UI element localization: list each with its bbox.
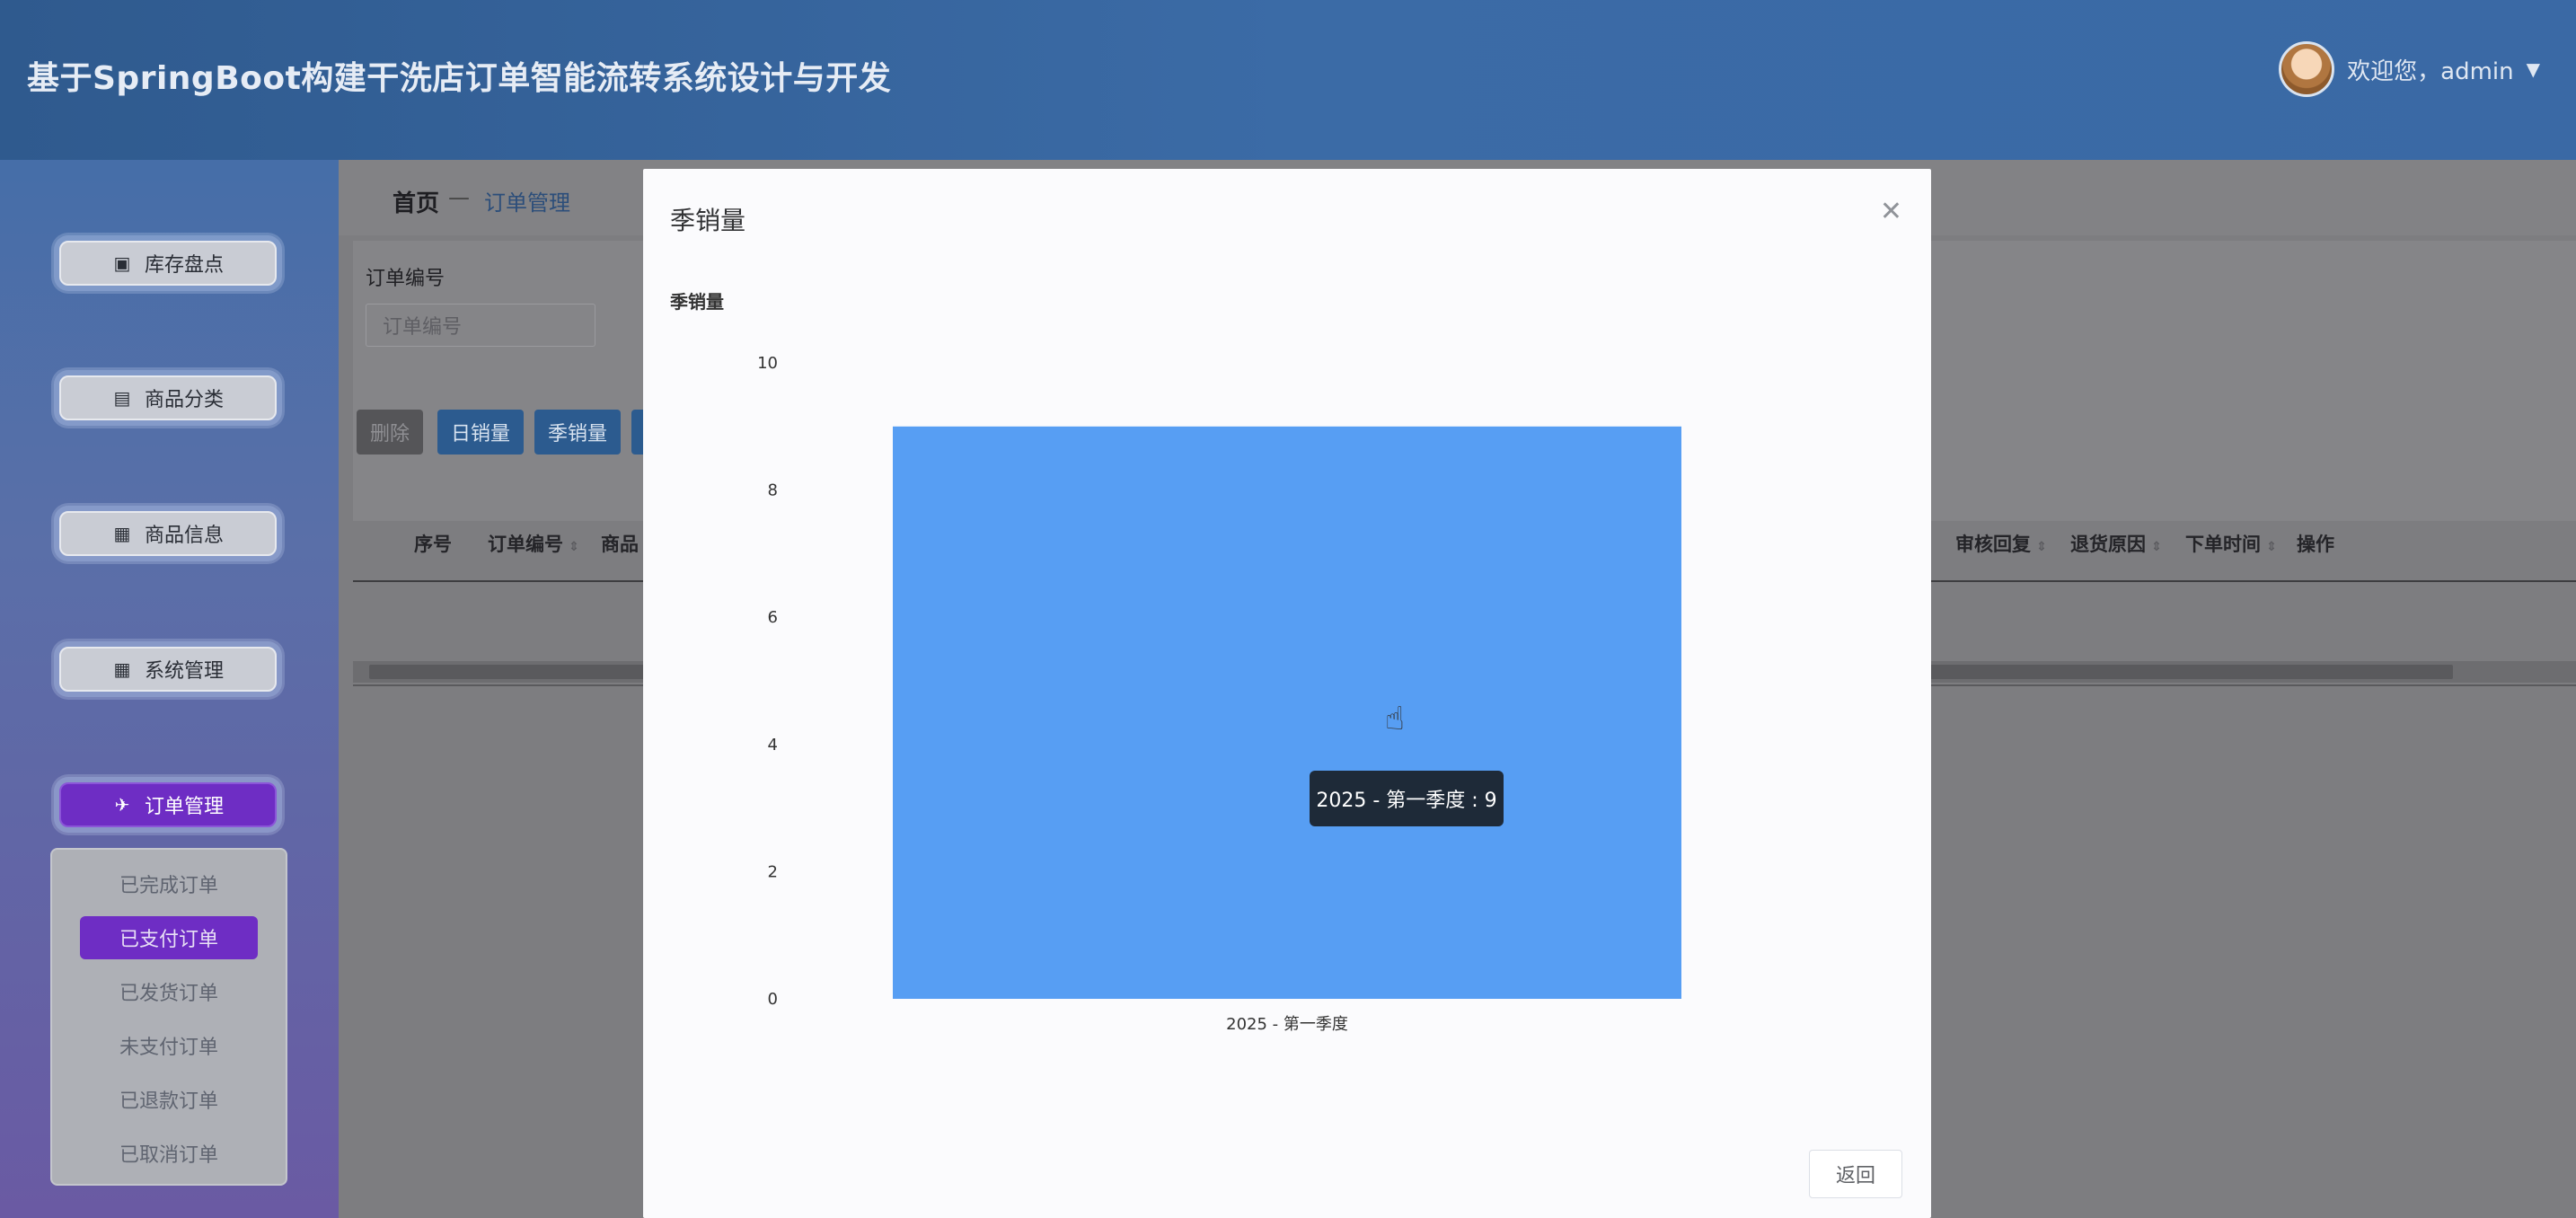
order-number-input[interactable]: 订单编号	[366, 304, 595, 347]
season-sales-button[interactable]: 季销量	[534, 410, 621, 455]
delete-button[interactable]: 删除	[357, 410, 423, 455]
breadcrumb-current: 订单管理	[484, 190, 570, 216]
sidebar-item-label: 商品信息	[144, 525, 224, 547]
submenu-item-completed[interactable]: 已完成订单	[52, 857, 286, 911]
sort-icon: ⇕	[2266, 540, 2277, 554]
chevron-down-icon[interactable]: ▼	[2527, 58, 2540, 80]
submenu-label: 已退款订单	[119, 1090, 218, 1113]
column-header[interactable]: 审核回复 ⇕	[1955, 530, 2047, 557]
clipboard-check-icon: ▣	[113, 252, 131, 274]
search-label: 订单编号	[366, 268, 446, 290]
sidebar-item-system[interactable]: ▦ 系统管理	[59, 647, 277, 692]
bar[interactable]	[893, 426, 1681, 999]
submenu-label: 未支付订单	[119, 1037, 218, 1059]
chart-line-icon: ▤	[113, 387, 131, 409]
sidebar-item-orders[interactable]: ✈ 订单管理	[59, 782, 277, 827]
column-header[interactable]: 订单编号 ⇕	[488, 530, 579, 557]
submenu-item-refunded[interactable]: 已退款订单	[52, 1072, 286, 1126]
submenu-label: 已发货订单	[119, 983, 218, 1005]
grid-icon: ▦	[113, 523, 131, 544]
chart-tooltip: 2025 - 第一季度 : 9	[1310, 771, 1504, 826]
y-tick-label: 2	[768, 862, 778, 881]
y-tick-label: 8	[768, 481, 778, 500]
column-header[interactable]: 商品	[601, 530, 639, 557]
submenu-item-shipped[interactable]: 已发货订单	[52, 965, 286, 1019]
sort-icon: ⇕	[569, 540, 579, 554]
top-header: 基于SpringBoot构建干洗店订单智能流转系统设计与开发 欢迎您，admin…	[0, 0, 2576, 160]
y-tick-label: 10	[757, 354, 778, 373]
column-header[interactable]: 下单时间 ⇕	[2185, 530, 2277, 557]
welcome-text[interactable]: 欢迎您，admin	[2347, 53, 2513, 86]
sort-icon: ⇕	[2036, 540, 2047, 554]
y-tick-label: 4	[768, 736, 778, 755]
x-tick-label: 2025 - 第一季度	[1226, 1015, 1348, 1034]
hand-cursor-icon: ☝	[1385, 701, 1405, 737]
column-header[interactable]: 退货原因 ⇕	[2070, 530, 2162, 557]
submenu-label: 已取消订单	[119, 1144, 218, 1167]
column-header[interactable]: 操作	[2297, 530, 2334, 557]
column-header[interactable]: 序号	[414, 530, 452, 557]
sidebar-item-label: 库存盘点	[144, 254, 224, 277]
submenu-item-cancelled[interactable]: 已取消订单	[52, 1126, 286, 1180]
sidebar-item-label: 系统管理	[144, 660, 224, 683]
sidebar-item-category[interactable]: ▤ 商品分类	[59, 375, 277, 420]
orders-submenu: 已完成订单 已支付订单 已发货订单 未支付订单 已退款订单 已取消订单	[50, 848, 287, 1186]
breadcrumb-separator: —	[448, 185, 470, 210]
user-menu[interactable]: 欢迎您，admin ▼	[2279, 41, 2540, 97]
y-tick-label: 0	[768, 990, 778, 1009]
sidebar-item-inventory[interactable]: ▣ 库存盘点	[59, 241, 277, 286]
submenu-item-paid[interactable]: 已支付订单	[52, 911, 286, 965]
breadcrumb-home[interactable]: 首页	[393, 185, 439, 218]
avatar[interactable]	[2279, 41, 2335, 97]
bar-chart: 0 2 4 6 8 10 2025 - 第一季度	[757, 354, 1681, 1034]
sidebar-item-product[interactable]: ▦ 商品信息	[59, 511, 277, 556]
ticket-icon: ✈	[114, 794, 130, 816]
back-button[interactable]: 返回	[1809, 1150, 1902, 1198]
submenu-item-unpaid[interactable]: 未支付订单	[52, 1019, 286, 1072]
app-title: 基于SpringBoot构建干洗店订单智能流转系统设计与开发	[27, 60, 892, 97]
sort-icon: ⇕	[2151, 540, 2162, 554]
submenu-label: 已完成订单	[119, 875, 218, 897]
grid-icon: ▦	[113, 658, 131, 680]
season-sales-dialog: 季销量 ✕ 季销量 0 2 4 6 8 10 2025 - 第一季度 2025 - 第一季度…	[643, 169, 1931, 1218]
sidebar-item-label: 商品分类	[144, 389, 224, 411]
submenu-label: 已支付订单	[79, 916, 258, 959]
daily-sales-button[interactable]: 日销量	[437, 410, 524, 455]
sidebar-item-label: 订单管理	[144, 796, 224, 818]
y-tick-label: 6	[768, 608, 778, 627]
